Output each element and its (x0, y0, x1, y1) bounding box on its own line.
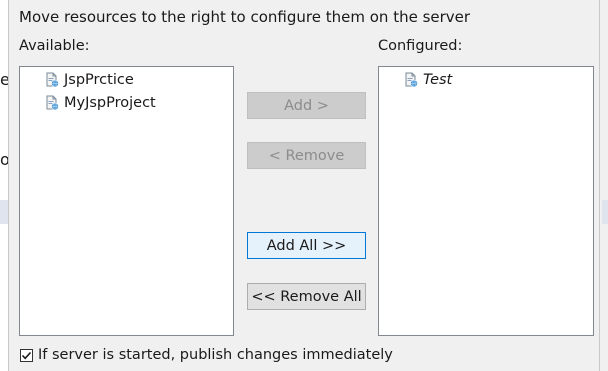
configured-list[interactable]: Test (378, 66, 594, 336)
list-item-myjspproject[interactable]: MyJspProject (44, 93, 156, 113)
background-text: o (0, 150, 8, 169)
web-project-icon (46, 72, 59, 88)
remove-button[interactable]: < Remove (247, 142, 366, 169)
add-all-button[interactable]: Add All >> (247, 232, 366, 259)
checkmark-icon (21, 351, 32, 360)
add-remove-resources-dialog: Move resources to the right to configure… (8, 0, 600, 371)
list-item-test[interactable]: Test (403, 70, 452, 90)
background-selection-left (0, 200, 8, 224)
web-project-icon (46, 95, 59, 111)
publish-checkbox[interactable] (20, 349, 33, 362)
background-text: e (0, 70, 8, 89)
list-item-jspprctice[interactable]: JspPrctice (44, 70, 134, 90)
list-item-label: Test (423, 72, 453, 88)
remove-all-button[interactable]: << Remove All (247, 283, 366, 310)
add-button[interactable]: Add > (247, 92, 366, 119)
available-label: Available: (19, 38, 90, 54)
background-selection-right (602, 200, 608, 224)
list-item-label: MyJspProject (64, 95, 156, 111)
instruction-text: Move resources to the right to configure… (19, 8, 471, 26)
background-window-left (0, 0, 8, 371)
publish-checkbox-label[interactable]: If server is started, publish changes im… (38, 347, 393, 363)
list-item-label: JspPrctice (64, 72, 134, 88)
configured-label: Configured: (378, 38, 463, 54)
available-list[interactable]: JspPrctice MyJspProject (19, 66, 234, 336)
web-project-icon (405, 72, 418, 88)
